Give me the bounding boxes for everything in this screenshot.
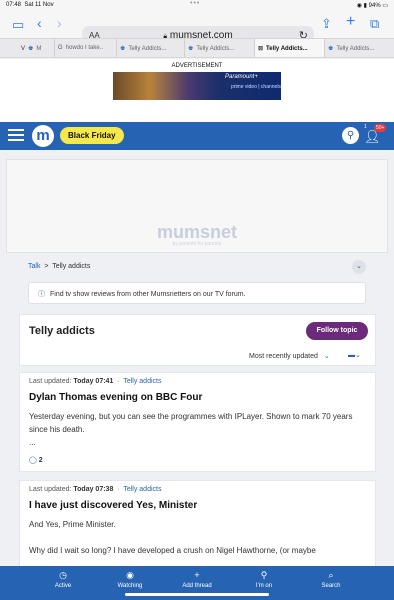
close-tab-icon[interactable]: ⊠: [258, 46, 263, 52]
advertisement-area: ADVERTISEMENT Paramount+ prime video | c…: [0, 59, 394, 122]
watermark-tagline: by parents for parents: [172, 241, 222, 247]
nav-search[interactable]: ⌕ Search: [301, 570, 361, 589]
site-header: m Black Friday ⚲ 1 👤︎ 50+: [0, 122, 394, 150]
nav-add-thread[interactable]: + Add thread: [167, 570, 227, 589]
chevron-down-icon: ⌄: [323, 353, 330, 360]
topic-header-card: Telly addicts Follow topic Most recently…: [19, 314, 376, 366]
view-options-icon[interactable]: ▬⌄: [348, 351, 361, 359]
sidebar-icon[interactable]: ▭: [12, 18, 24, 31]
mumsnet-tab-icon: ♚: [28, 46, 34, 52]
tab-2[interactable]: Ghowdo I take..: [55, 39, 117, 57]
breadcrumb-talk-link[interactable]: Talk: [28, 263, 40, 270]
breadcrumb: Talk > Telly addicts: [28, 263, 91, 270]
ad-sub: prime video | channels: [231, 84, 281, 90]
share-icon[interactable]: ⇪: [321, 17, 332, 30]
mumsnet-logo[interactable]: m: [32, 125, 54, 147]
thread-card[interactable]: Last updated: Today 07:38 · Telly addict…: [19, 480, 376, 568]
thread-title[interactable]: I have just discovered Yes, Minister: [29, 500, 197, 511]
thread-meta: Last updated: Today 07:38 · Telly addict…: [29, 486, 162, 493]
new-tab-icon[interactable]: +: [346, 14, 355, 30]
thread-meta: Last updated: Today 07:41 · Telly addict…: [29, 378, 162, 385]
mumsnet-tab-icon: ♚: [328, 46, 334, 52]
tab-6[interactable]: ♚ Telly Addicts...: [325, 39, 394, 57]
tab-5-active[interactable]: ⊠ Telly Addicts...: [255, 39, 325, 57]
status-bar: 07:48 Sat 11 Nov ••• ◉ ▮ 94% ▭: [0, 0, 394, 12]
search-icon: ⌕: [328, 570, 334, 580]
black-friday-button[interactable]: Black Friday: [60, 127, 124, 144]
thread-excerpt: And Yes, Prime Minister. Why did I wait s…: [29, 520, 316, 555]
tab-bar: V ♚ M Ghowdo I take.. ♚ Telly Addicts... ♚ T…: [0, 38, 394, 58]
thread-excerpt: Yesterday evening, but you can see the p…: [29, 412, 353, 447]
nav-active[interactable]: ◷ Active: [33, 570, 93, 589]
mumsnet-watermark: mumsnet: [156, 222, 237, 242]
status-right: ◉ ▮ 94% ▭: [356, 3, 388, 9]
comment-count: ◯ 2: [29, 457, 43, 464]
nav-im-on[interactable]: ⚲ I'm on: [234, 570, 294, 589]
plus-icon: +: [194, 570, 200, 580]
tab-4[interactable]: ♚ Telly Addicts...: [185, 39, 255, 57]
eye-icon: ◉: [126, 570, 134, 580]
forward-icon[interactable]: ›: [57, 16, 62, 30]
tab-1[interactable]: V ♚ M: [0, 39, 55, 57]
info-icon: ⓘ: [38, 291, 45, 298]
follow-topic-button[interactable]: Follow topic: [306, 322, 368, 340]
topic-title: Telly addicts: [29, 325, 95, 337]
search-icon[interactable]: ⚲: [342, 127, 359, 144]
menu-icon[interactable]: [8, 129, 24, 141]
nav-watching[interactable]: ◉ Watching: [100, 570, 160, 589]
tabs-overview-icon[interactable]: ⧉: [370, 17, 379, 30]
info-banner[interactable]: ⓘ Find tv show reviews from other Mumsnet…: [28, 282, 366, 304]
ad-label: ADVERTISEMENT: [171, 63, 223, 69]
notification-badge: 50+: [374, 124, 387, 132]
back-icon[interactable]: ‹: [37, 16, 42, 30]
thread-category-link[interactable]: Telly addicts: [123, 378, 161, 385]
home-indicator: [125, 593, 269, 596]
chevron-down-icon[interactable]: ⌄: [352, 260, 366, 274]
thread-title[interactable]: Dylan Thomas evening on BBC Four: [29, 392, 202, 403]
mumsnet-tab-icon: ♚: [120, 46, 126, 52]
comment-icon: ◯: [29, 457, 37, 464]
pin-icon: ⚲: [260, 570, 268, 580]
tab-3[interactable]: ♚ Telly Addicts...: [117, 39, 185, 57]
thread-category-link[interactable]: Telly addicts: [123, 486, 161, 493]
clock-icon: ◷: [59, 570, 67, 580]
status-time-date: 07:48 Sat 11 Nov: [6, 2, 54, 8]
more-dots-icon: •••: [190, 0, 201, 7]
thread-card[interactable]: Last updated: Today 07:41 · Telly addict…: [19, 372, 376, 472]
browser-toolbar: ▭ ‹ › AA 🔒︎ mumsnet.com ↻ ⇪ + ⧉: [0, 12, 394, 46]
mumsnet-tab-icon: ♚: [188, 46, 194, 52]
ad-banner[interactable]: Paramount+ prime video | channels: [113, 72, 281, 100]
ad-brand: Paramount+: [225, 74, 258, 80]
ad-placeholder: mumsnet by parents for parents: [6, 159, 388, 253]
sort-dropdown[interactable]: Most recently updated ⌄: [249, 352, 330, 360]
breadcrumb-current: Telly addicts: [52, 263, 91, 270]
